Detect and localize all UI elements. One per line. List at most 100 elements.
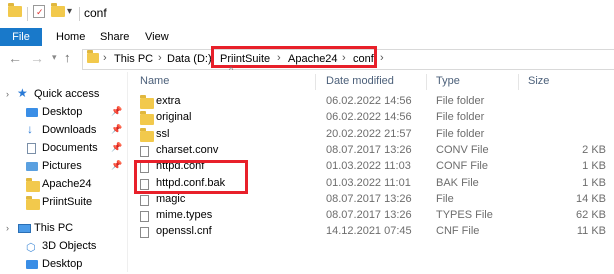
- documents-icon: [27, 143, 36, 154]
- nav-item-apache24[interactable]: Apache24: [0, 176, 126, 194]
- nav-label: 3D Objects: [42, 240, 97, 252]
- nav-label: This PC: [34, 222, 74, 234]
- tab-view[interactable]: View: [145, 28, 169, 46]
- nav-label: Downloads: [42, 124, 97, 136]
- file-icon: [140, 145, 149, 157]
- nav-item-priintsuite[interactable]: PriintSuite: [0, 194, 126, 212]
- nav-item-pc-desktop[interactable]: Desktop: [0, 256, 126, 274]
- title-bar: ✓ ▾ conf: [0, 0, 614, 28]
- nav-label: Apache24: [42, 178, 92, 190]
- column-divider[interactable]: [315, 74, 316, 90]
- file-row[interactable]: charset.conv 08.07.2017 13:26 CONV File 2 K…: [128, 143, 614, 159]
- recent-locations-chevron-icon[interactable]: ▾: [52, 52, 57, 63]
- divider: [27, 7, 28, 21]
- file-icon: [140, 227, 149, 239]
- folder-icon: [140, 111, 154, 126]
- properties-icon[interactable]: ✓: [33, 5, 45, 18]
- ribbon-tabs: File Home Share View: [0, 28, 614, 47]
- up-arrow-icon[interactable]: ↑: [64, 50, 71, 65]
- tab-share[interactable]: Share: [100, 28, 129, 46]
- breadcrumb-separator: ›: [380, 52, 384, 64]
- tab-home[interactable]: Home: [56, 28, 85, 46]
- file-date: 01.03.2022 11:03: [326, 160, 411, 173]
- folder-icon: [8, 3, 22, 17]
- breadcrumb-separator: ›: [103, 52, 107, 64]
- nav-item-pictures[interactable]: Pictures 📌: [0, 158, 126, 176]
- folder-icon: [26, 178, 40, 192]
- file-size: 14 KB: [576, 192, 606, 205]
- pin-icon[interactable]: 📌: [111, 124, 122, 135]
- file-size: 62 KB: [576, 209, 606, 222]
- nav-label: Documents: [42, 142, 98, 154]
- navigation-pane: › ★ Quick access Desktop 📌 ↓ Downloads 📌…: [0, 72, 126, 272]
- nav-label: PriintSuite: [42, 196, 93, 208]
- nav-label: Pictures: [42, 160, 82, 172]
- column-header-type[interactable]: Type: [436, 75, 460, 87]
- expand-chevron-icon[interactable]: ›: [6, 89, 9, 99]
- file-date: 14.12.2021 07:45: [326, 225, 412, 238]
- file-type: TYPES File: [436, 209, 493, 222]
- file-date: 20.02.2022 21:57: [326, 127, 412, 140]
- file-type: File: [436, 192, 454, 205]
- desktop-icon: [26, 108, 38, 117]
- forward-arrow-icon[interactable]: →: [30, 50, 44, 66]
- file-date: 06.02.2022 14:56: [326, 95, 412, 107]
- file-size: 2 KB: [582, 143, 606, 156]
- star-icon: ★: [17, 86, 28, 100]
- nav-item-documents[interactable]: Documents 📌: [0, 140, 126, 158]
- column-header-name[interactable]: Name: [140, 75, 169, 87]
- divider: [79, 7, 80, 21]
- file-date: 08.07.2017 13:26: [326, 209, 412, 222]
- expand-chevron-icon[interactable]: ›: [6, 223, 9, 233]
- nav-label: Desktop: [42, 258, 83, 270]
- computer-icon: [18, 224, 31, 233]
- file-name: ssl: [156, 127, 170, 140]
- file-name: extra: [156, 95, 181, 107]
- column-divider[interactable]: [518, 74, 519, 90]
- file-type: CONF File: [436, 160, 488, 173]
- pin-icon[interactable]: 📌: [111, 142, 122, 153]
- file-type: CONV File: [436, 143, 489, 156]
- file-row[interactable]: magic 08.07.2017 13:26 File 14 KB: [128, 192, 614, 208]
- pictures-icon: [26, 162, 38, 171]
- nav-label: Desktop: [42, 106, 83, 118]
- file-size: 1 KB: [582, 176, 606, 189]
- breadcrumb-this-pc[interactable]: This PC: [114, 53, 153, 65]
- downloads-icon: ↓: [27, 122, 33, 136]
- file-name: charset.conv: [156, 143, 219, 156]
- pin-icon[interactable]: 📌: [111, 106, 122, 117]
- tab-file[interactable]: File: [0, 28, 42, 46]
- file-type: File folder: [436, 95, 485, 107]
- file-name: mime.types: [156, 209, 213, 222]
- files-highlight-box: [134, 160, 248, 194]
- folder-icon: [140, 127, 154, 142]
- pin-icon[interactable]: 📌: [111, 160, 122, 171]
- nav-item-3d-objects[interactable]: ⬡ 3D Objects: [0, 238, 126, 256]
- file-row[interactable]: ssl 20.02.2022 21:57 File folder: [128, 127, 614, 143]
- new-folder-icon[interactable]: [51, 3, 65, 17]
- customize-toolbar-icon[interactable]: ▾: [67, 6, 72, 17]
- nav-item-desktop[interactable]: Desktop 📌: [0, 104, 126, 122]
- breadcrumb-data-drive[interactable]: Data (D:): [167, 53, 212, 65]
- file-size: 1 KB: [582, 160, 606, 173]
- nav-quick-access[interactable]: › ★ Quick access: [0, 86, 126, 104]
- file-row[interactable]: original 06.02.2022 14:56 File folder: [128, 110, 614, 126]
- file-type: File folder: [436, 111, 485, 124]
- nav-label: Quick access: [34, 88, 100, 100]
- back-arrow-icon[interactable]: ←: [8, 50, 22, 66]
- column-header-row: Name Date modified Type Size: [128, 72, 614, 92]
- folder-icon: [87, 50, 99, 63]
- file-row[interactable]: openssl.cnf 14.12.2021 07:45 CNF File 11 KB: [128, 224, 614, 240]
- file-row[interactable]: extra 06.02.2022 14:56 File folder: [128, 94, 614, 110]
- nav-this-pc[interactable]: › This PC: [0, 220, 126, 238]
- path-highlight-box: [211, 46, 377, 68]
- breadcrumb-separator: ›: [158, 52, 162, 64]
- file-type: CNF File: [436, 225, 480, 238]
- column-header-size[interactable]: Size: [528, 75, 549, 87]
- file-icon: [140, 211, 149, 223]
- file-row[interactable]: mime.types 08.07.2017 13:26 TYPES File 62 K…: [128, 208, 614, 224]
- nav-item-downloads[interactable]: ↓ Downloads 📌: [0, 122, 126, 140]
- file-date: 01.03.2022 11:01: [326, 176, 411, 189]
- column-divider[interactable]: [426, 74, 427, 90]
- column-header-date[interactable]: Date modified: [326, 75, 394, 87]
